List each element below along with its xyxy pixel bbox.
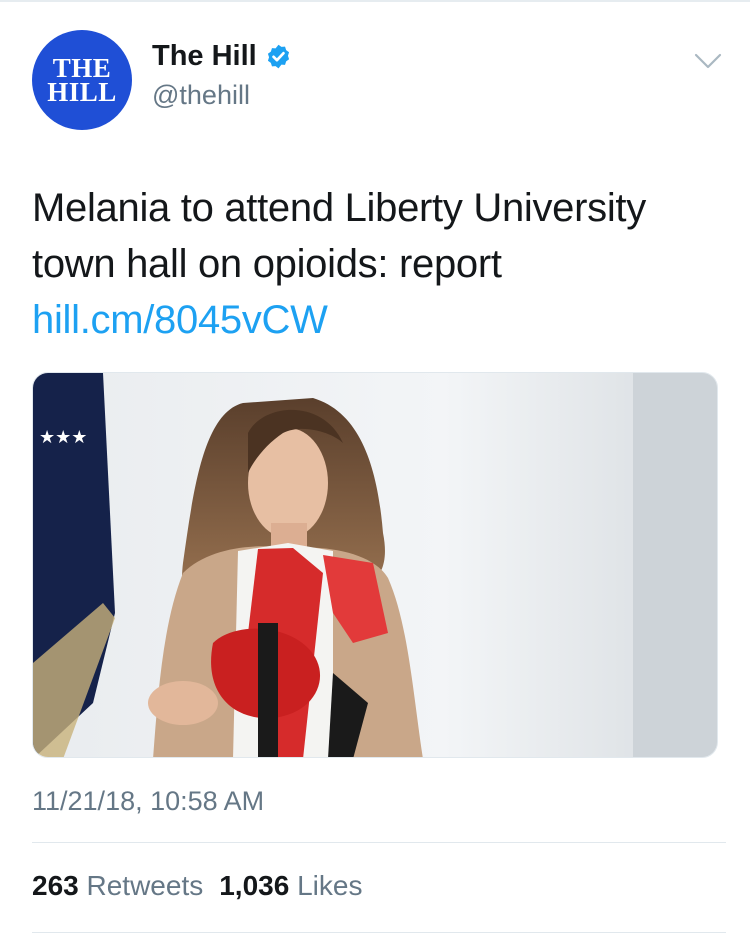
avatar-text-line-2: HILL — [47, 77, 117, 107]
tweet-photo[interactable]: ★★★ — [32, 372, 718, 758]
account-handle[interactable]: @thehill — [152, 80, 250, 111]
chevron-down-icon[interactable] — [694, 52, 722, 70]
tweet-text: Melania to attend Liberty University tow… — [32, 180, 722, 348]
engagement-stats: 263 Retweets 1,036 Likes — [32, 870, 378, 902]
tweet-timestamp: 11/21/18, 10:58 AM — [32, 786, 265, 816]
likes-stat[interactable]: 1,036 Likes — [219, 870, 362, 902]
avatar[interactable]: THE HILL — [32, 30, 132, 130]
tweet-link[interactable]: hill.cm/8045vCW — [32, 298, 328, 342]
retweets-label: Retweets — [86, 870, 204, 901]
bottom-divider — [32, 932, 726, 933]
svg-text:★★★: ★★★ — [39, 427, 87, 448]
divider — [32, 842, 726, 843]
retweets-stat[interactable]: 263 Retweets — [32, 870, 203, 902]
verified-badge-icon — [267, 44, 289, 69]
likes-count: 1,036 — [219, 870, 290, 901]
retweets-count: 263 — [32, 870, 79, 901]
top-divider — [0, 0, 750, 2]
tweet-body: Melania to attend Liberty University tow… — [32, 186, 646, 286]
likes-label: Likes — [297, 870, 363, 901]
account-name-row[interactable]: The Hill — [152, 40, 292, 73]
photo-illustration: ★★★ — [33, 373, 717, 757]
display-name[interactable]: The Hill — [152, 40, 257, 73]
